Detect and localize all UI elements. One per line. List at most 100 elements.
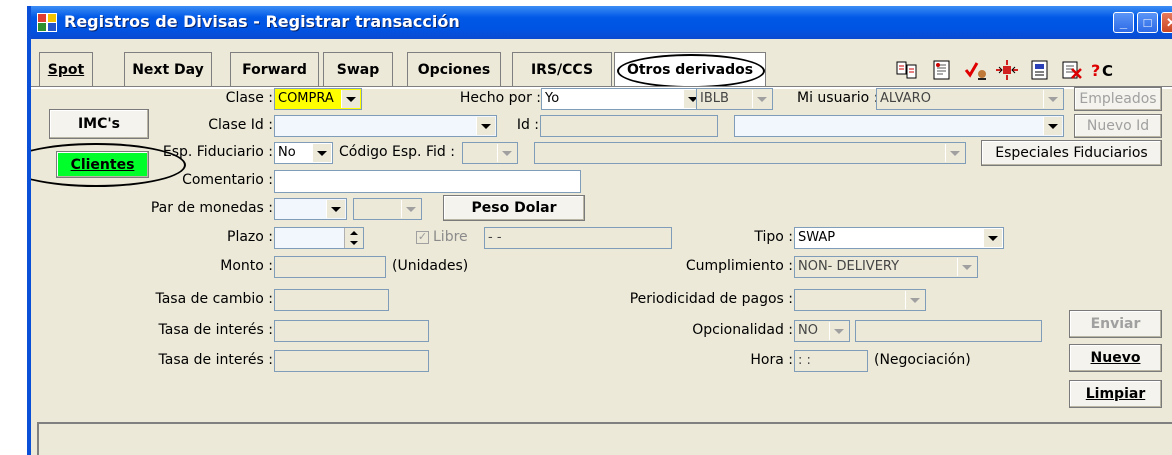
tab-opciones[interactable]: Opciones: [407, 52, 501, 86]
tasa-interes-1-label: Tasa de interés :: [158, 322, 273, 338]
chevron-down-icon: [752, 90, 771, 108]
report-icon[interactable]: [1026, 56, 1054, 84]
limpiar-button[interactable]: Limpiar: [1069, 380, 1162, 408]
chevron-down-icon[interactable]: [326, 200, 345, 218]
clase-id-select[interactable]: [274, 115, 497, 137]
hora-field: : :: [794, 350, 868, 372]
codigo-esp-fid-select: [462, 142, 518, 164]
clase-id-label: Clase Id :: [208, 117, 273, 133]
app-window: Registros de Divisas - Registrar transac…: [27, 6, 1172, 455]
merge-icon[interactable]: [993, 56, 1021, 84]
help-icon[interactable]: ? C: [1089, 56, 1117, 84]
codigo-esp-fid-label: Código Esp. Fid :: [339, 144, 455, 160]
cumplimiento-value: NON- DELIVERY: [798, 259, 900, 274]
tab-forward[interactable]: Forward: [230, 52, 319, 86]
svg-text:?: ?: [1091, 61, 1100, 80]
tipo-label: Tipo :: [754, 229, 793, 245]
chevron-down-icon[interactable]: [341, 90, 360, 108]
tasa-interes-1-field: [274, 320, 429, 342]
tab-swap[interactable]: Swap: [323, 52, 393, 86]
tab-label: Next Day: [132, 61, 204, 78]
peso-dolar-button[interactable]: Peso Dolar: [443, 195, 585, 221]
esp-fiduciario-value: No: [278, 145, 296, 160]
window-title: Registros de Divisas - Registrar transac…: [64, 12, 460, 31]
chevron-down-icon[interactable]: [476, 117, 495, 135]
id-field: [540, 115, 718, 137]
clase-select[interactable]: COMPRA: [274, 88, 362, 110]
clase-value: COMPRA: [278, 91, 334, 106]
nuevo-id-button[interactable]: Nuevo Id: [1074, 114, 1162, 138]
comentario-label: Comentario :: [182, 172, 273, 188]
peso-dolar-label: Peso Dolar: [471, 200, 557, 216]
chevron-down-icon: [905, 291, 924, 309]
check-user-icon[interactable]: [962, 56, 990, 84]
periodicidad-label: Periodicidad de pagos :: [629, 291, 793, 307]
chevron-down-icon[interactable]: [312, 144, 331, 162]
tab-label: Spot: [47, 61, 85, 78]
chevron-down-icon: [1043, 90, 1062, 108]
tasa-cambio-label: Tasa de cambio :: [155, 291, 273, 307]
opcionalidad-select: NO: [794, 320, 850, 342]
compare-icon[interactable]: [893, 56, 921, 84]
tab-next-day[interactable]: Next Day: [124, 52, 212, 86]
hecho-por-select[interactable]: Yo: [541, 88, 704, 110]
hecho-por-value: Yo: [545, 91, 560, 106]
par-monedas-label: Par de monedas :: [150, 200, 273, 216]
chevron-down-icon: [497, 144, 516, 162]
esp-fiduciario-select[interactable]: No: [274, 142, 333, 164]
spinner-arrows-icon[interactable]: [344, 228, 363, 248]
opcionalidad-value: NO: [798, 323, 818, 338]
cumplimiento-select: NON- DELIVERY: [794, 256, 978, 278]
nuevo-button[interactable]: Nuevo: [1069, 344, 1162, 372]
mi-usuario-value: ALVARO: [880, 91, 931, 106]
tab-irs-ccs[interactable]: IRS/CCS: [512, 52, 612, 86]
enviar-label: Enviar: [1090, 316, 1141, 332]
codigo-esp-fid-desc-select: [534, 142, 966, 164]
chevron-down-icon[interactable]: [983, 229, 1002, 247]
hora-label: Hora :: [750, 352, 793, 368]
document-icon[interactable]: [928, 56, 956, 84]
id-label: Id :: [516, 117, 539, 133]
plazo-label: Plazo :: [227, 229, 273, 245]
monto-unit-label: (Unidades): [392, 258, 469, 274]
moneda-1-select[interactable]: [274, 198, 347, 220]
tasa-interes-2-field: [274, 350, 429, 372]
nuevo-id-label: Nuevo Id: [1086, 118, 1150, 134]
minimize-icon: _: [1119, 15, 1128, 30]
close-icon: ✕: [1162, 13, 1172, 32]
tasa-interes-2-label: Tasa de interés :: [158, 352, 273, 368]
periodicidad-select: [794, 289, 926, 311]
libre-value: - -: [488, 230, 502, 245]
clase-label: Clase :: [225, 90, 273, 106]
chevron-down-icon: [401, 200, 420, 218]
tasa-cambio-field: [274, 289, 389, 311]
tab-spot[interactable]: Spot: [39, 52, 93, 86]
hecho-por-code-select: IBLB: [696, 88, 773, 110]
id-lookup-select[interactable]: [734, 115, 1064, 137]
plazo-spinner[interactable]: [274, 227, 364, 249]
title-bar[interactable]: Registros de Divisas - Registrar transac…: [31, 6, 1172, 39]
hecho-por-label: Hecho por :: [459, 90, 541, 106]
empleados-button[interactable]: Empleados: [1074, 87, 1162, 111]
chevron-down-icon: [957, 258, 976, 276]
delete-doc-icon[interactable]: [1058, 56, 1086, 84]
cumplimiento-label: Cumplimiento :: [685, 258, 793, 274]
chevron-down-icon[interactable]: [1043, 117, 1062, 135]
maximize-icon: □: [1143, 15, 1152, 30]
maximize-button[interactable]: □: [1137, 12, 1158, 33]
mi-usuario-select: ALVARO: [876, 88, 1064, 110]
tipo-select[interactable]: SWAP: [794, 227, 1004, 249]
minimize-button[interactable]: _: [1113, 12, 1134, 33]
imc-button[interactable]: IMC's: [49, 109, 149, 139]
opcionalidad-label: Opcionalidad :: [692, 322, 793, 338]
enviar-button[interactable]: Enviar: [1069, 310, 1162, 338]
monto-field: [274, 256, 386, 278]
especiales-fiduciarios-button[interactable]: Especiales Fiduciarios: [981, 140, 1162, 166]
tab-highlight-ellipse: [617, 54, 765, 88]
tab-label: IRS/CCS: [530, 61, 594, 78]
comentario-input[interactable]: [274, 170, 581, 193]
tipo-value: SWAP: [798, 230, 836, 245]
especiales-fiduciarios-label: Especiales Fiduciarios: [995, 145, 1148, 161]
close-button[interactable]: ✕: [1161, 12, 1172, 33]
libre-checkbox[interactable]: ✓: [416, 231, 429, 244]
